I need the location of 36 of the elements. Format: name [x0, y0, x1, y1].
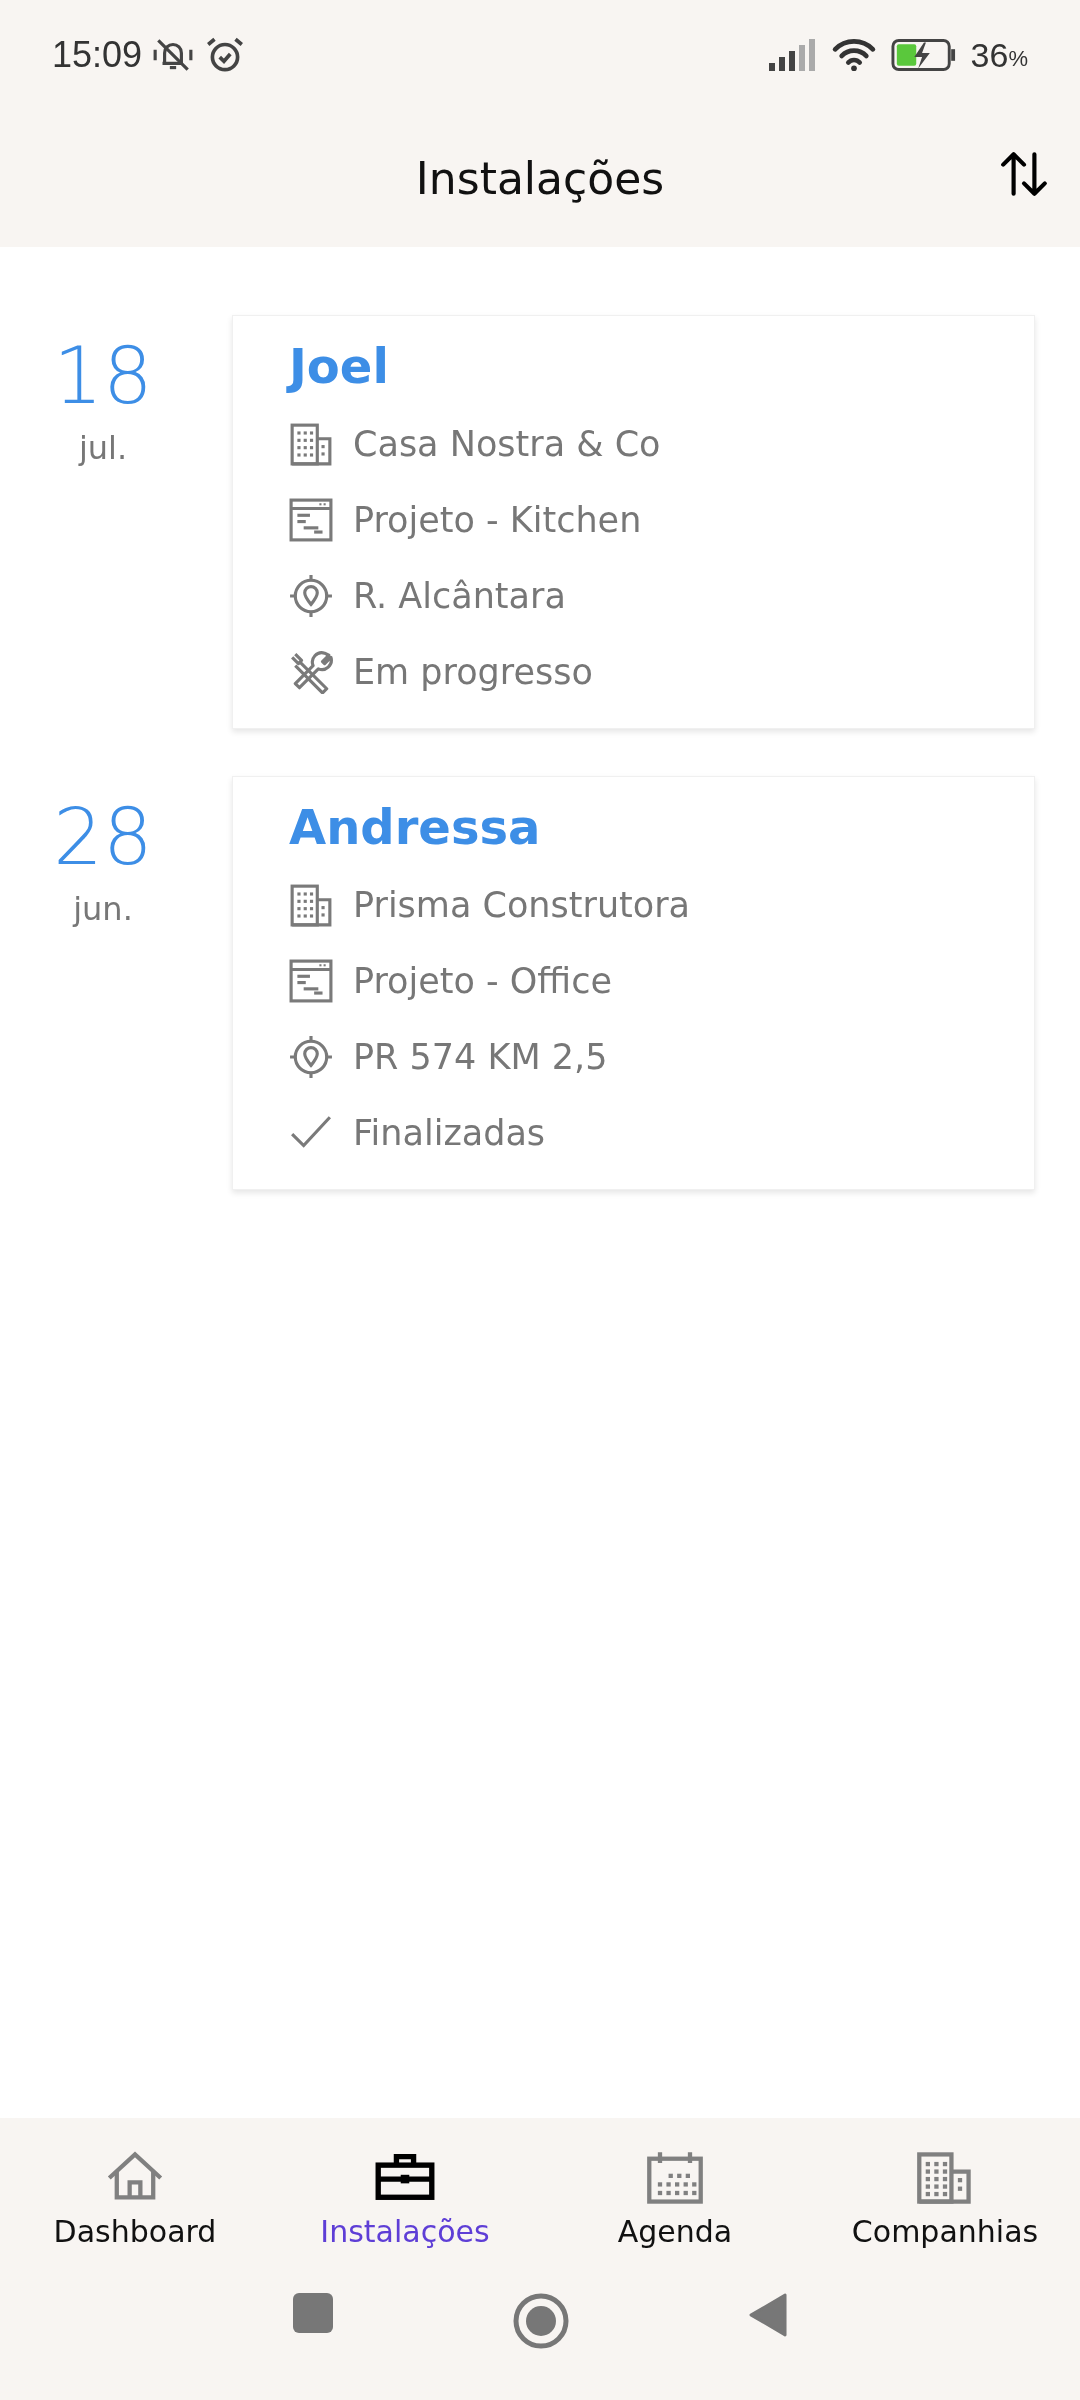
clock-time: 15:09 — [52, 34, 143, 76]
date-month: jun. — [73, 890, 133, 928]
detail-text: Prisma Construtora — [353, 885, 691, 925]
circle-icon[interactable] — [513, 2293, 569, 2349]
calendar-icon — [645, 2150, 705, 2206]
battery-charging-icon — [890, 38, 957, 72]
detail-text: Projeto - Kitchen — [353, 500, 642, 540]
detail-text: R. Alcântara — [353, 576, 566, 616]
date-day: 18 — [53, 337, 153, 415]
installation-card[interactable]: Joel Casa Nostra & Co Projeto - Kitchen R. Alcântara Em progresso — [232, 315, 1035, 729]
wifi-icon — [830, 38, 877, 72]
detail-text: Casa Nostra & Co — [353, 424, 661, 464]
battery-unit: % — [1008, 46, 1028, 72]
client-name: Andressa — [289, 799, 542, 855]
nav-tab[interactable]: Companhias — [815, 2150, 1075, 2249]
signal-icon — [768, 39, 817, 71]
location-target-icon — [289, 574, 333, 618]
detail-text: Finalizadas — [353, 1113, 546, 1153]
triangle-icon[interactable] — [749, 2293, 787, 2337]
location-target-icon — [289, 1035, 333, 1079]
tools-icon — [289, 650, 333, 694]
date-month: jul. — [78, 429, 128, 467]
building-icon — [289, 883, 333, 927]
detail-text: Projeto - Office — [353, 961, 612, 1001]
nav-tab[interactable]: Dashboard — [5, 2150, 265, 2249]
detail-text: PR 574 KM 2,5 — [353, 1037, 608, 1077]
installation-card[interactable]: Andressa Prisma Construtora Projeto - Office PR 574 KM 2,5 Finalizadas — [232, 776, 1035, 1190]
building-icon — [289, 422, 333, 466]
document-window-icon — [289, 498, 333, 542]
date-day: 28 — [53, 798, 153, 876]
nav-tab[interactable]: Agenda — [545, 2150, 805, 2249]
document-window-icon — [289, 959, 333, 1003]
screen-title: Instalações — [415, 153, 665, 204]
battery-percent: 36 — [970, 35, 1009, 75]
nav-tab[interactable]: Instalações — [275, 2150, 535, 2249]
detail-text: Em progresso — [353, 652, 593, 692]
